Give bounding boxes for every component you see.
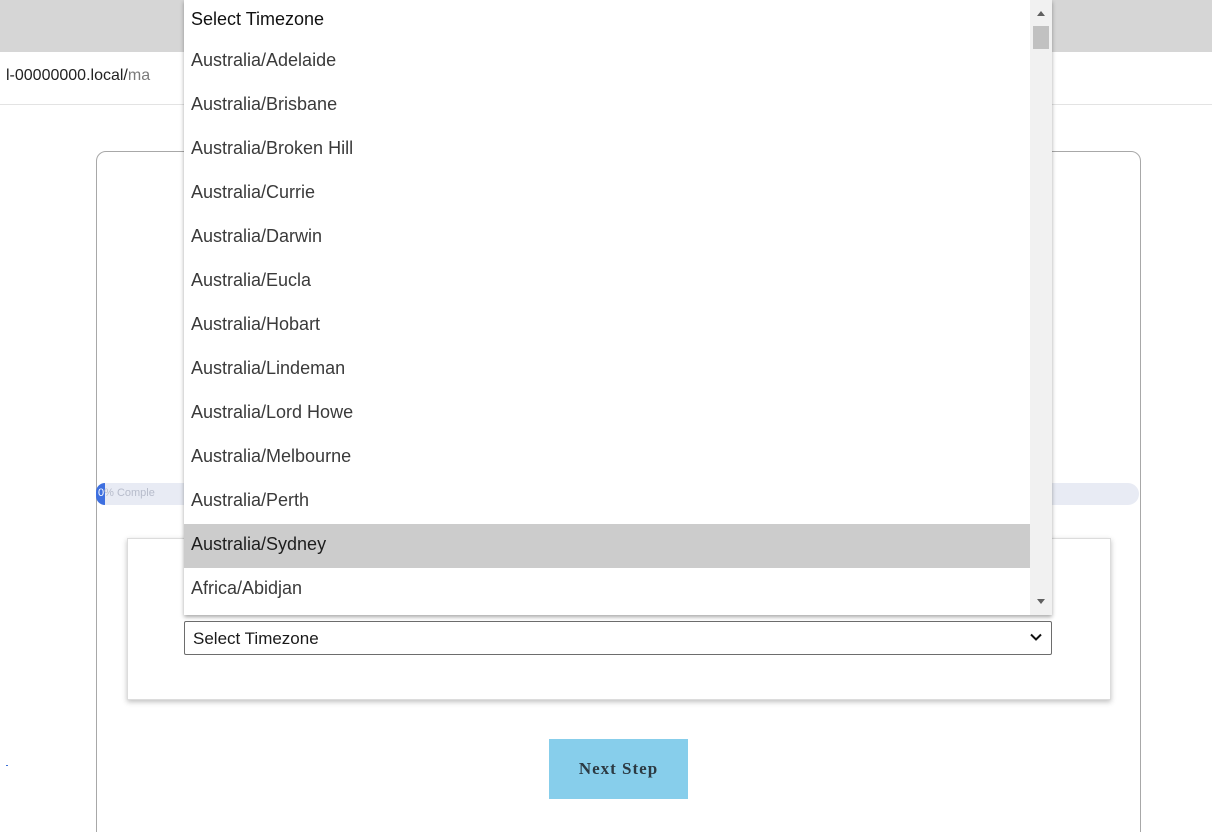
- url-host: l-00000000.local/: [6, 67, 128, 84]
- url-text[interactable]: l-00000000.local/ma: [6, 67, 150, 85]
- timezone-option[interactable]: Australia/Darwin: [184, 216, 1030, 260]
- page-marker: [6, 765, 8, 766]
- timezone-option[interactable]: Australia/Sydney: [184, 524, 1030, 568]
- scroll-down-icon[interactable]: [1030, 593, 1052, 611]
- timezone-option[interactable]: Australia/Lindeman: [184, 348, 1030, 392]
- progress-complete-text: % Comple: [104, 487, 155, 499]
- chevron-down-icon: [1030, 633, 1042, 641]
- timezone-option[interactable]: Australia/Broken Hill: [184, 128, 1030, 172]
- timezone-option[interactable]: Australia/Brisbane: [184, 84, 1030, 128]
- timezone-select-value: Select Timezone: [193, 629, 319, 648]
- dropdown-scrollbar[interactable]: [1030, 0, 1052, 615]
- timezone-option[interactable]: Australia/Melbourne: [184, 436, 1030, 480]
- scroll-up-icon[interactable]: [1030, 4, 1052, 22]
- timezone-option[interactable]: Australia/Lord Howe: [184, 392, 1030, 436]
- timezone-option[interactable]: Select Timezone: [184, 0, 1030, 40]
- timezone-select[interactable]: Select Timezone: [184, 621, 1052, 655]
- progress-label: 0% Comple: [98, 487, 155, 499]
- timezone-option[interactable]: Africa/Abidjan: [184, 568, 1030, 612]
- timezone-option[interactable]: Australia/Eucla: [184, 260, 1030, 304]
- timezone-dropdown-list[interactable]: Select Timezone Australia/Adelaide Austral…: [184, 0, 1052, 615]
- timezone-option[interactable]: Australia/Hobart: [184, 304, 1030, 348]
- timezone-options: Select Timezone Australia/Adelaide Austral…: [184, 0, 1030, 612]
- timezone-option[interactable]: Australia/Perth: [184, 480, 1030, 524]
- url-path: ma: [127, 67, 151, 84]
- timezone-option[interactable]: Australia/Currie: [184, 172, 1030, 216]
- scroll-thumb[interactable]: [1033, 26, 1049, 49]
- timezone-option[interactable]: Australia/Adelaide: [184, 40, 1030, 84]
- next-step-button[interactable]: Next Step: [549, 739, 688, 799]
